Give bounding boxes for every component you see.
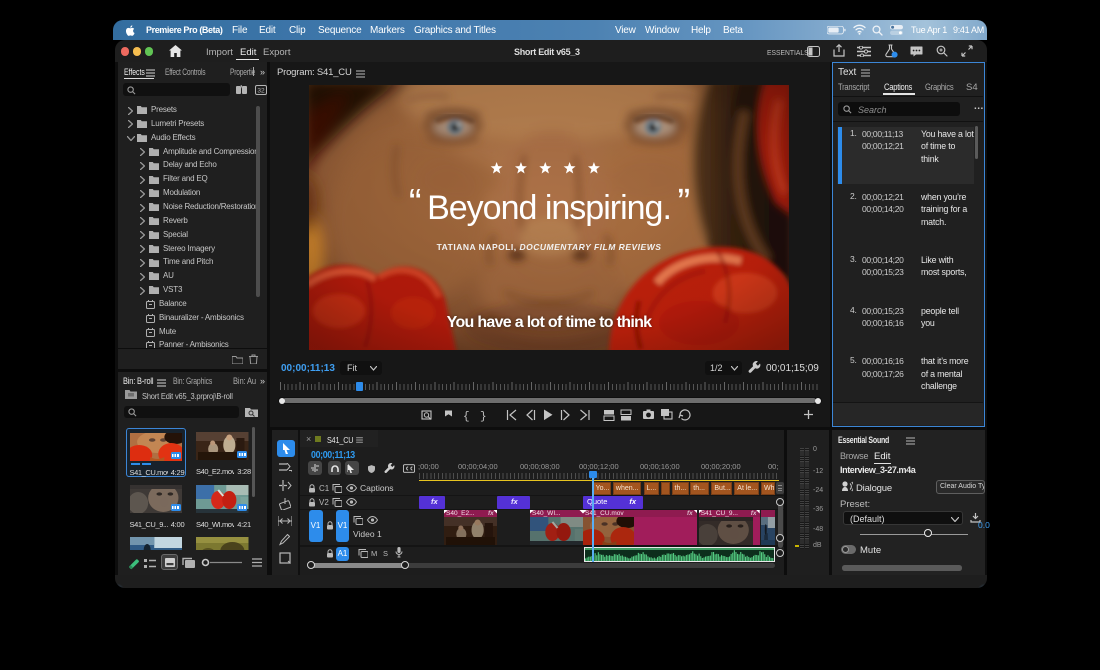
svg-text:{: { bbox=[463, 411, 470, 422]
svg-text:}: } bbox=[480, 411, 487, 422]
svg-text:32: 32 bbox=[257, 87, 265, 94]
